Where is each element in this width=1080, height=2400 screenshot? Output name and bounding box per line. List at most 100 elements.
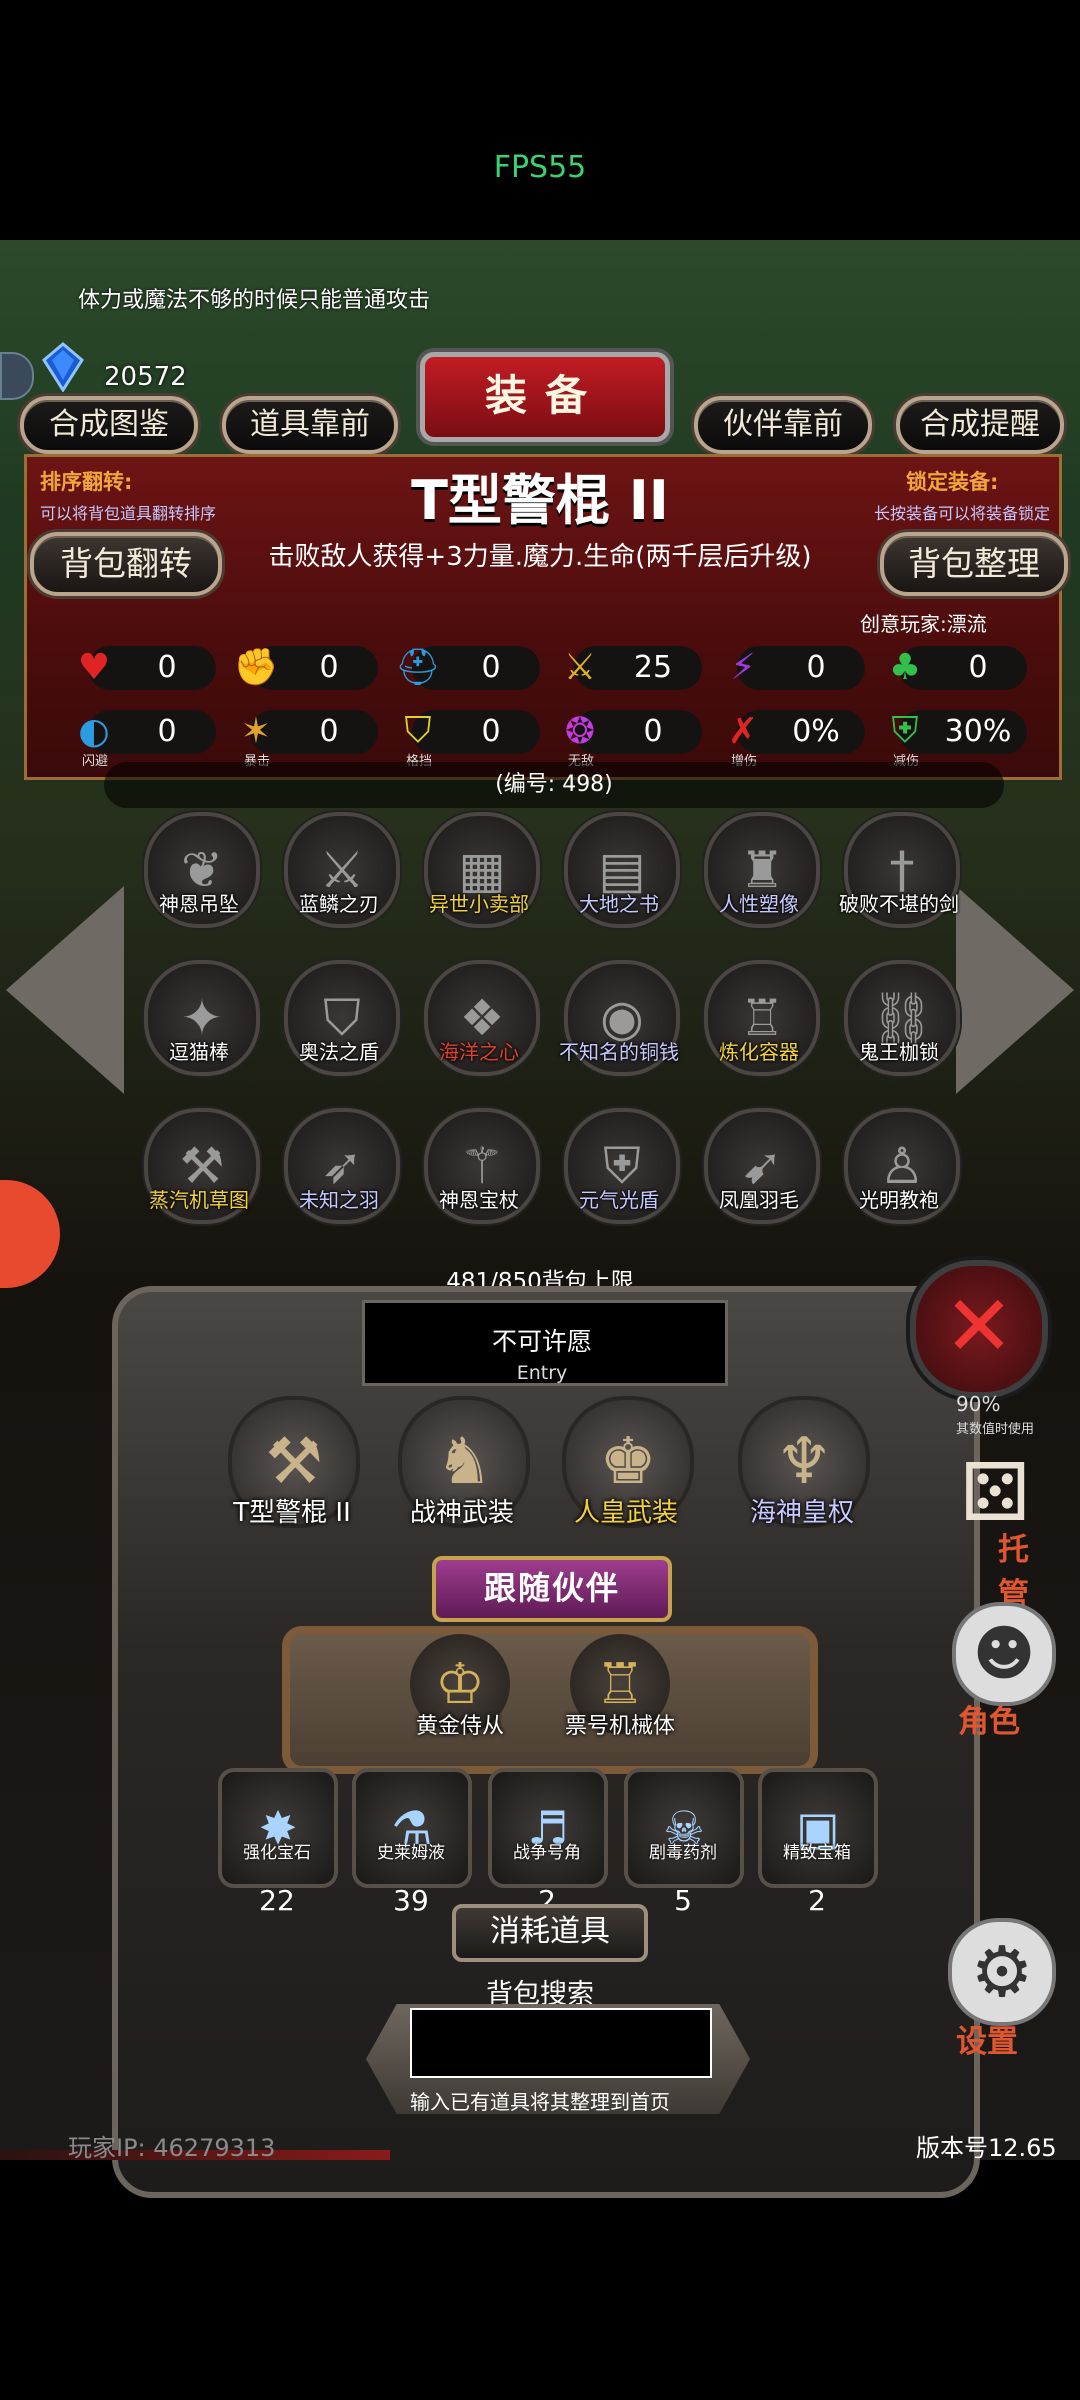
settings-label: 设置 <box>956 2024 1018 2060</box>
inventory-slot[interactable]: ⚚ 神恩宝杖 <box>416 1108 542 1238</box>
consumables-title: 消耗道具 <box>452 1904 648 1962</box>
stat-value: 0 <box>968 650 988 685</box>
inventory-label: 人性塑像 <box>719 892 799 916</box>
block-icon: ⛉ <box>404 710 432 751</box>
companion-slot[interactable]: ♖ 票号机械体 <box>560 1634 680 1764</box>
consumable-count: 2 <box>808 1884 826 1917</box>
inventory-slot[interactable]: ⛨ 元气光盾 <box>556 1108 682 1238</box>
inventory-label: 神恩吊坠 <box>159 892 239 916</box>
inventory-label: 奥法之盾 <box>299 1040 379 1064</box>
equipped-slot[interactable]: ♚ 人皇武装 <box>556 1396 696 1546</box>
inventory-slot[interactable]: ❦ 神恩吊坠 <box>136 812 262 942</box>
stat-item: ❂0无敌 <box>554 706 704 769</box>
craft-reminder-button[interactable]: 合成提醒 <box>896 396 1064 454</box>
stat-value: 25 <box>633 650 673 685</box>
settings-button[interactable]: ⚙ 设置 <box>940 1918 1060 2060</box>
consumable-label: 精致宝箱 <box>783 1843 851 1863</box>
consumable-slot[interactable]: ☠ 剧毒药剂 5 <box>624 1768 744 1917</box>
bag-search-input[interactable] <box>410 2008 712 2078</box>
inventory-slot[interactable]: ♙ 光明教袍 <box>836 1108 962 1238</box>
wish-status: 不可许愿 <box>491 1327 592 1356</box>
craft-atlas-button[interactable]: 合成图鉴 <box>20 396 198 454</box>
version-number: 版本号12.65 <box>916 2134 1057 2162</box>
consumable-slot[interactable]: ♬ 战争号角 2 <box>488 1768 608 1917</box>
consumable-label: 强化宝石 <box>243 1843 311 1863</box>
damage-down-icon: ⛨ <box>891 710 919 751</box>
clover-icon: ♣ <box>888 646 922 688</box>
green-gem-icon: ✸ <box>218 1768 338 1888</box>
item-creator: 创意玩家:漂流 <box>860 612 987 636</box>
stat-item: ⚡ 0 <box>717 642 867 690</box>
chest-icon: ▣ <box>758 1768 878 1888</box>
partners-first-button[interactable]: 伙伴靠前 <box>694 396 872 454</box>
inventory-label: 神恩宝杖 <box>439 1188 519 1212</box>
consumable-slot[interactable]: ▣ 精致宝箱 2 <box>758 1768 878 1917</box>
blue-gem-icon <box>42 342 84 392</box>
inventory-slot[interactable]: ✦ 逗猫棒 <box>136 960 262 1090</box>
equipped-slot[interactable]: ♆ 海神皇权 <box>732 1396 872 1546</box>
sort-flip-title: 排序翻转: <box>40 470 133 494</box>
inventory-label: 不知名的铜钱 <box>559 1040 679 1064</box>
companions-box <box>282 1626 818 1774</box>
helmet-icon: ⛑ <box>395 647 441 688</box>
stat-value: 0 <box>319 650 339 685</box>
consumable-slot[interactable]: ✸ 强化宝石 22 <box>218 1768 338 1917</box>
equipped-label: 海神皇权 <box>749 1498 854 1528</box>
stat-value: 0 <box>319 714 339 749</box>
player-ip: 玩家IP: 46279313 <box>68 2134 276 2162</box>
inventory-slot[interactable]: ➹ 凤凰羽毛 <box>696 1108 822 1238</box>
inventory-slot[interactable]: ❖ 海洋之心 <box>416 960 542 1090</box>
equipped-slot[interactable]: ♞ 战神武装 <box>392 1396 532 1546</box>
equipped-label: 战神武装 <box>409 1498 514 1528</box>
hint-text: 体力或魔法不够的时候只能普通攻击 <box>78 288 431 313</box>
inventory-label: 蒸汽机草图 <box>149 1188 249 1212</box>
inventory-label: 鬼王枷锁 <box>859 1040 939 1064</box>
equipped-slot[interactable]: ⚒ T型警棍 II <box>222 1396 362 1546</box>
auto-play-button[interactable]: ⚄ 托管 <box>950 1448 1052 1614</box>
inventory-slot[interactable]: ⚔ 蓝鳞之刃 <box>276 812 402 942</box>
inventory-slot[interactable]: ⚒ 蒸汽机草图 <box>136 1108 262 1238</box>
inventory-label: 破败不堪的剑 <box>839 892 959 916</box>
inventory-slot[interactable]: ▦ 异世小卖部 <box>416 812 542 942</box>
stat-item: ✶0暴击 <box>230 706 380 769</box>
inventory-slot[interactable]: ⛉ 奥法之盾 <box>276 960 402 1090</box>
inventory-slot[interactable]: ◉ 不知名的铜钱 <box>556 960 682 1090</box>
inventory-label: 大地之书 <box>579 892 659 916</box>
stat-value: 0 <box>806 650 826 685</box>
inventory-slot[interactable]: ♖ 炼化容器 <box>696 960 822 1090</box>
stat-item: ⚔ 25 <box>554 642 704 690</box>
damage-up-icon: ✗ <box>727 710 759 752</box>
inventory-slot[interactable]: † 破败不堪的剑 <box>836 812 962 942</box>
wish-entry-label: Entry <box>516 1362 568 1384</box>
consumable-label: 剧毒药剂 <box>649 1843 717 1863</box>
items-first-button[interactable]: 道具靠前 <box>222 396 398 454</box>
lock-equip-desc: 长按装备可以将装备锁定 <box>873 504 1050 523</box>
stat-value: 0 <box>157 650 177 685</box>
character-button[interactable]: ☻ 角色 <box>948 1602 1058 1742</box>
inventory-slot[interactable]: ▤ 大地之书 <box>556 812 682 942</box>
inventory-slot[interactable]: ⛓ 鬼王枷锁 <box>836 960 962 1090</box>
companion-slot[interactable]: ♔ 黄金侍从 <box>400 1634 520 1764</box>
item-description: 击败敌人获得+3力量.魔力.生命(两千层后升级) <box>268 542 812 572</box>
consumable-label: 史莱姆液 <box>377 1843 445 1863</box>
character-label: 角色 <box>958 1704 1020 1740</box>
gear-icon: ⚙ <box>948 1918 1056 2026</box>
consumable-slot[interactable]: ⚗ 史莱姆液 39 <box>352 1768 472 1917</box>
heart-icon: ♥ <box>77 646 111 688</box>
inventory-slot[interactable]: ➶ 未知之羽 <box>276 1108 402 1238</box>
bag-sort-button[interactable]: 背包整理 <box>880 532 1068 596</box>
equipped-label: T型警棍 II <box>233 1498 351 1528</box>
auto-play-label: 托管 <box>998 1532 1029 1613</box>
stat-value: 0% <box>792 714 840 749</box>
close-button[interactable]: ✕ <box>910 1260 1048 1398</box>
item-name: T型警棍 II <box>411 469 669 532</box>
consumable-count: 22 <box>259 1884 295 1917</box>
stat-item: ⛨30%减伤 <box>879 706 1029 769</box>
inventory-slot[interactable]: ♜ 人性塑像 <box>696 812 822 942</box>
prev-page-arrow[interactable] <box>6 886 124 1094</box>
crit-icon: ✶ <box>240 710 272 752</box>
inventory-label: 炼化容器 <box>719 1040 799 1064</box>
inventory-label: 元气光盾 <box>579 1188 659 1212</box>
page-title: 装备 <box>420 352 670 442</box>
bag-flip-button[interactable]: 背包翻转 <box>30 532 222 596</box>
